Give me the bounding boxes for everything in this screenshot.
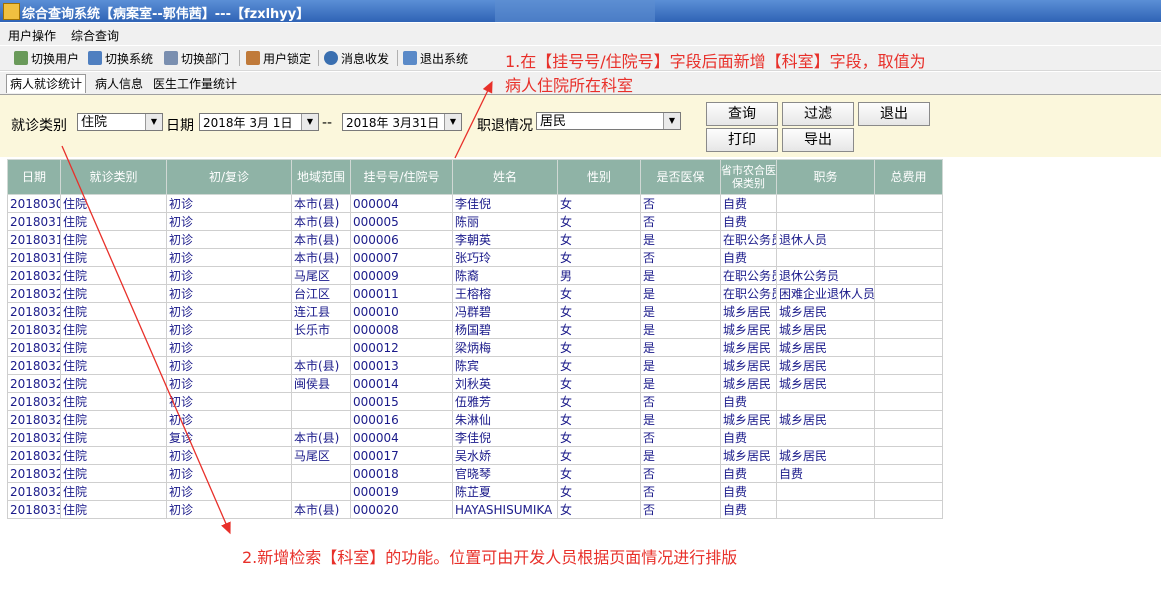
annotation-2: 2.新增检索【科室】的功能。位置可由开发人员根据页面情况进行排版: [242, 548, 738, 567]
annotation-arrow-1: [454, 80, 493, 159]
annotation-1-line-2: 病人住院所在科室: [505, 76, 634, 95]
annotation-1-line-1: 1.在【挂号号/住院号】字段后面新增【科室】字段，取值为: [505, 52, 926, 71]
annotation-arrow-2: [61, 145, 231, 535]
